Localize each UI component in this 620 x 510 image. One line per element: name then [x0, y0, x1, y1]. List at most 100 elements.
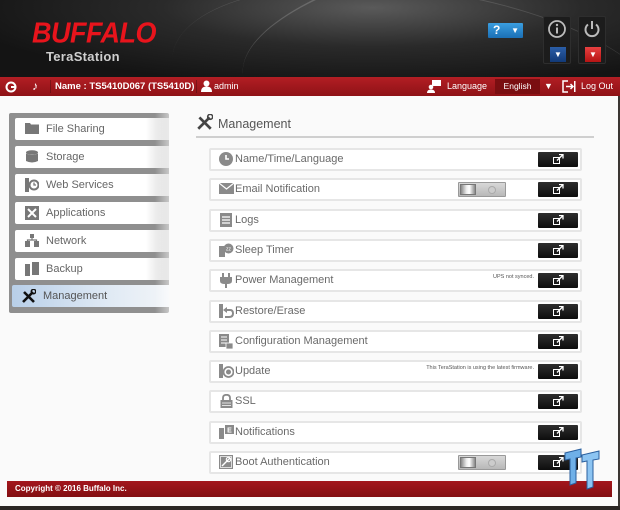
sidebar-item-label: Network [46, 235, 87, 247]
open-settings-button[interactable] [538, 212, 578, 230]
logout-link[interactable]: Log Out [581, 77, 613, 96]
settings-row-sleep-timer: zz Sleep Timer [209, 238, 582, 262]
sidebar-item-label: File Sharing [46, 123, 105, 135]
svg-text:zz: zz [226, 246, 232, 252]
web-services-icon [24, 178, 39, 192]
notifications-icon: E [218, 424, 234, 441]
settings-row-ssl: SSL [209, 390, 582, 414]
page-title: Management [218, 117, 291, 131]
app-window: BUFFALO TeraStation ? ▼ ▼ ▼ ♪ Name : TS5… [0, 0, 620, 508]
window-border [0, 506, 620, 510]
restore-icon [218, 303, 234, 320]
settings-row-label: Name/Time/Language [235, 153, 344, 165]
username: admin [214, 81, 239, 91]
tools-icon [196, 113, 214, 135]
folder-icon [24, 122, 39, 136]
sidebar-item-network[interactable]: Network [15, 230, 169, 252]
external-link-icon [538, 243, 578, 260]
settings-row-label: Restore/Erase [235, 304, 306, 317]
settings-row-update: Update This TeraStation is using the late… [209, 360, 582, 384]
sidebar-item-label: Applications [46, 207, 106, 219]
open-settings-button[interactable] [538, 303, 578, 321]
open-settings-button[interactable] [538, 182, 578, 199]
sidebar-item-web-services[interactable]: Web Services [15, 174, 169, 196]
logout-icon[interactable] [562, 77, 576, 100]
power-dropdown-icon[interactable]: ▼ [585, 47, 601, 62]
sidebar-item-label: Storage [46, 151, 85, 163]
external-link-icon [538, 213, 578, 230]
external-link-icon [538, 304, 578, 321]
device-name: Name : TS5410D067 (TS5410D) [55, 81, 195, 92]
open-settings-button[interactable] [538, 424, 578, 442]
open-settings-button[interactable] [538, 242, 578, 260]
chevron-down-icon: ▼ [511, 26, 519, 35]
external-link-icon [538, 152, 578, 169]
external-link-icon [538, 425, 578, 442]
external-link-icon [538, 273, 578, 290]
sidebar-item-management[interactable]: Management [12, 285, 169, 307]
applications-icon [24, 206, 39, 220]
external-link-icon [538, 182, 578, 199]
envelope-icon [218, 182, 234, 198]
info-button[interactable]: ▼ [543, 16, 571, 64]
settings-row-boot-authentication: Boot Authentication [209, 451, 582, 474]
language-select[interactable]: English [495, 79, 540, 94]
toggle-indicator [488, 459, 496, 467]
sidebar: File Sharing Storage Web Services Applic… [9, 113, 169, 313]
update-icon [218, 364, 234, 380]
settings-row-restore-erase: Restore/Erase [209, 299, 582, 323]
settings-row-label: Sleep Timer [235, 243, 294, 256]
plug-icon [218, 273, 234, 289]
external-link-icon [538, 334, 578, 351]
open-settings-button[interactable] [538, 333, 578, 351]
brand-logo: BUFFALO [32, 17, 157, 49]
logs-icon [218, 212, 234, 229]
language-icon [427, 77, 441, 100]
toggle-knob[interactable] [460, 184, 476, 196]
settings-row-label: Notifications [235, 425, 295, 438]
open-settings-button[interactable] [538, 364, 578, 381]
toggle-switch[interactable] [458, 182, 506, 198]
sidebar-item-applications[interactable]: Applications [15, 202, 169, 224]
settings-row-label: Logs [235, 213, 259, 226]
power-icon [579, 19, 605, 44]
sleep-timer-icon: zz [218, 243, 234, 259]
top-bar: ♪ Name : TS5410D067 (TS5410D) admin Lang… [0, 77, 620, 96]
network-icon [24, 234, 39, 248]
sidebar-item-backup[interactable]: Backup [15, 258, 169, 280]
power-button[interactable]: ▼ [578, 16, 606, 64]
divider [50, 80, 51, 93]
settings-row-email-notification: Email Notification [209, 178, 582, 202]
external-link-icon [538, 364, 578, 381]
toggle-knob[interactable] [460, 457, 476, 468]
music-note-icon[interactable]: ♪ [32, 77, 38, 96]
open-settings-button[interactable] [538, 273, 578, 290]
status-note: UPS not synced. [493, 274, 534, 281]
settings-row-notifications: E Notifications [209, 420, 582, 444]
language-dropdown-icon[interactable]: ▼ [544, 77, 553, 96]
info-icon [544, 19, 570, 44]
language-label: Language [447, 81, 488, 91]
toggle-switch[interactable] [458, 455, 506, 470]
refresh-icon[interactable] [5, 77, 17, 99]
help-button[interactable]: ? ▼ [488, 23, 523, 38]
backup-icon [24, 262, 39, 276]
status-note: This TeraStation is using the latest fir… [426, 365, 534, 372]
info-dropdown-icon[interactable]: ▼ [550, 47, 566, 62]
divider [196, 80, 197, 93]
toggle-indicator [488, 186, 496, 195]
sidebar-item-file-sharing[interactable]: File Sharing [15, 118, 169, 140]
divider [196, 136, 594, 138]
product-name: TeraStation [46, 49, 120, 64]
sidebar-item-storage[interactable]: Storage [15, 146, 169, 168]
watermark-logo [564, 448, 600, 490]
settings-row-label: Email Notification [235, 183, 320, 196]
configuration-icon [218, 333, 234, 350]
boot-auth-icon [218, 455, 234, 471]
settings-row-label: Update [235, 365, 271, 378]
open-settings-button[interactable] [538, 394, 578, 411]
database-icon [24, 150, 39, 164]
open-settings-button[interactable] [538, 152, 578, 167]
settings-row-label: Boot Authentication [235, 456, 330, 468]
external-link-icon [538, 394, 578, 411]
